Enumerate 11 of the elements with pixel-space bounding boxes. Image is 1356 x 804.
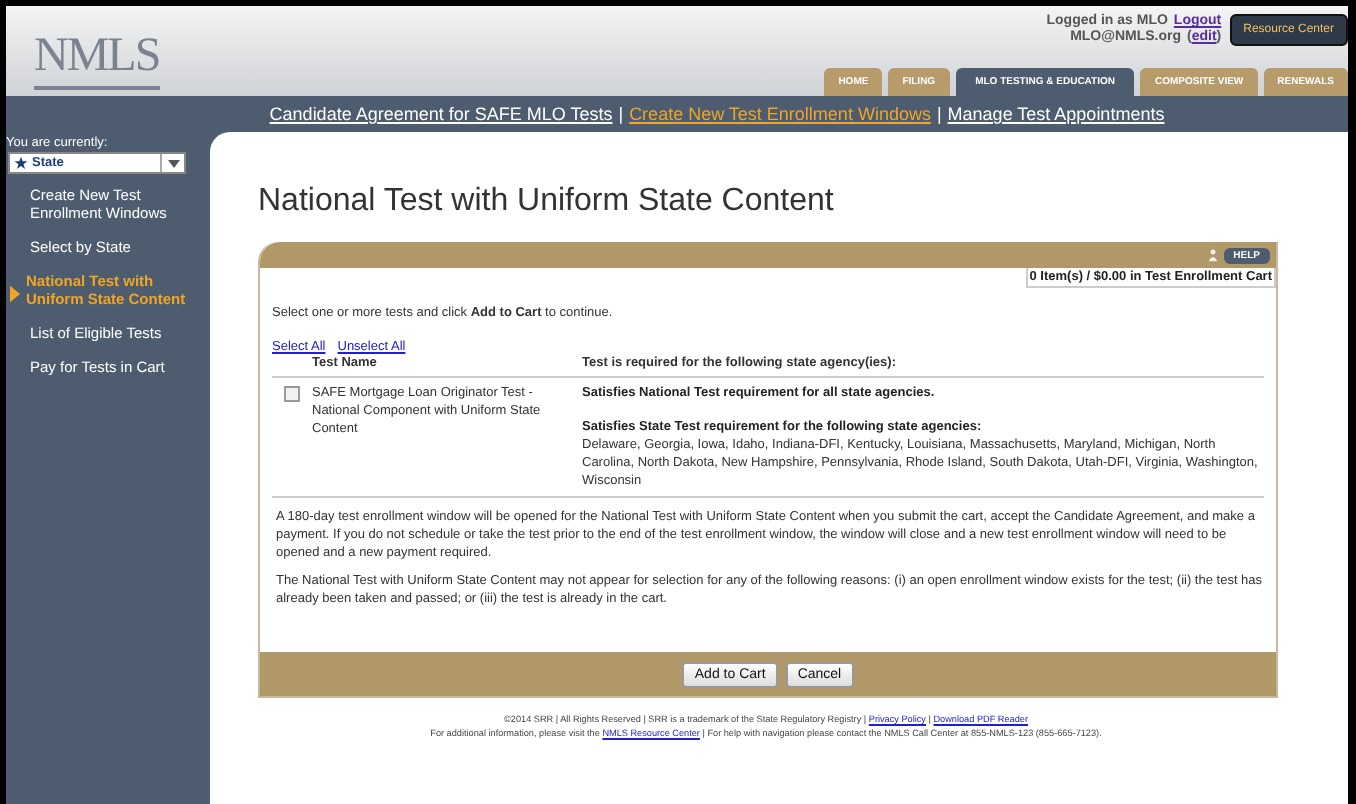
- subnav-link[interactable]: Candidate Agreement for SAFE MLO Tests: [269, 104, 613, 124]
- separator: |: [618, 104, 624, 124]
- current-item-arrow-icon: [10, 284, 20, 304]
- logo: NMLS: [34, 6, 160, 90]
- separator: |: [936, 104, 942, 124]
- star-icon: [14, 156, 28, 170]
- page-title: National Test with Uniform State Content: [258, 184, 836, 220]
- subnav-link[interactable]: Manage Test Appointments: [947, 104, 1165, 124]
- test-checkbox[interactable]: [284, 386, 300, 402]
- dropdown-caret-icon: [167, 159, 179, 167]
- person-icon: [1207, 248, 1218, 262]
